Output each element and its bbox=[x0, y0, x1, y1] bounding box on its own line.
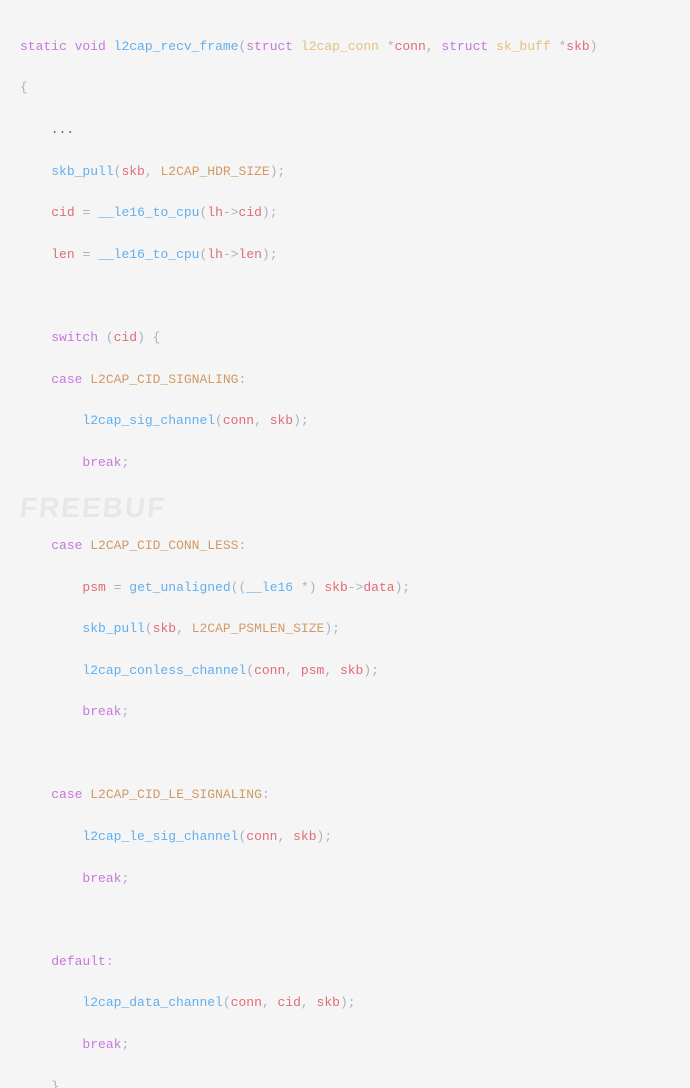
code-line-3: ... bbox=[20, 120, 670, 141]
code-line-11: break; bbox=[20, 453, 670, 474]
code-line-16: l2cap_conless_channel(conn, psm, skb); bbox=[20, 661, 670, 682]
code-line-25: break; bbox=[20, 1035, 670, 1056]
code-line-9: case L2CAP_CID_SIGNALING: bbox=[20, 370, 670, 391]
code-line-26: } bbox=[20, 1077, 670, 1088]
code-line-15: skb_pull(skb, L2CAP_PSMLEN_SIZE); bbox=[20, 619, 670, 640]
code-line-14: psm = get_unaligned((__le16 *) skb->data… bbox=[20, 578, 670, 599]
code-line-19: case L2CAP_CID_LE_SIGNALING: bbox=[20, 785, 670, 806]
code-line-18 bbox=[20, 744, 670, 765]
code-line-6: len = __le16_to_cpu(lh->len); bbox=[20, 245, 670, 266]
code-line-24: l2cap_data_channel(conn, cid, skb); bbox=[20, 993, 670, 1014]
code-line-17: break; bbox=[20, 702, 670, 723]
code-line-23: default: bbox=[20, 952, 670, 973]
code-line-4: skb_pull(skb, L2CAP_HDR_SIZE); bbox=[20, 162, 670, 183]
code-line-8: switch (cid) { bbox=[20, 328, 670, 349]
code-line-5: cid = __le16_to_cpu(lh->cid); bbox=[20, 203, 670, 224]
code-line-20: l2cap_le_sig_channel(conn, skb); bbox=[20, 827, 670, 848]
code-line-13: case L2CAP_CID_CONN_LESS: bbox=[20, 536, 670, 557]
code-block: static void l2cap_recv_frame(struct l2ca… bbox=[0, 0, 690, 1088]
code-line-22 bbox=[20, 910, 670, 931]
code-line-1: static void l2cap_recv_frame(struct l2ca… bbox=[20, 37, 670, 58]
code-line-12 bbox=[20, 494, 670, 515]
code-line-10: l2cap_sig_channel(conn, skb); bbox=[20, 411, 670, 432]
code-line-7 bbox=[20, 286, 670, 307]
code-line-2: { bbox=[20, 78, 670, 99]
code-line-21: break; bbox=[20, 869, 670, 890]
